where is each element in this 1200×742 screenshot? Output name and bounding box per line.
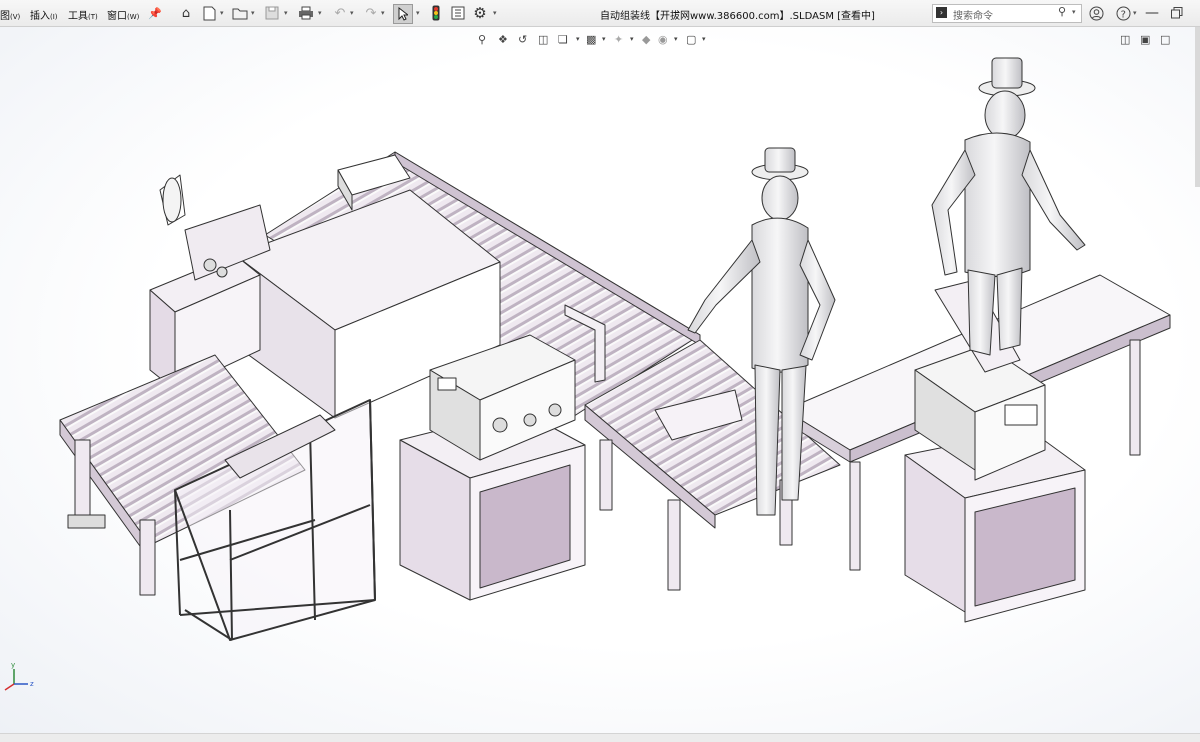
triad-y-label: y <box>11 661 15 669</box>
triad-z-label: z <box>30 680 34 688</box>
coordinate-triad-icon: y z <box>4 661 34 691</box>
assembly-model[interactable]: y z <box>0 0 1200 741</box>
